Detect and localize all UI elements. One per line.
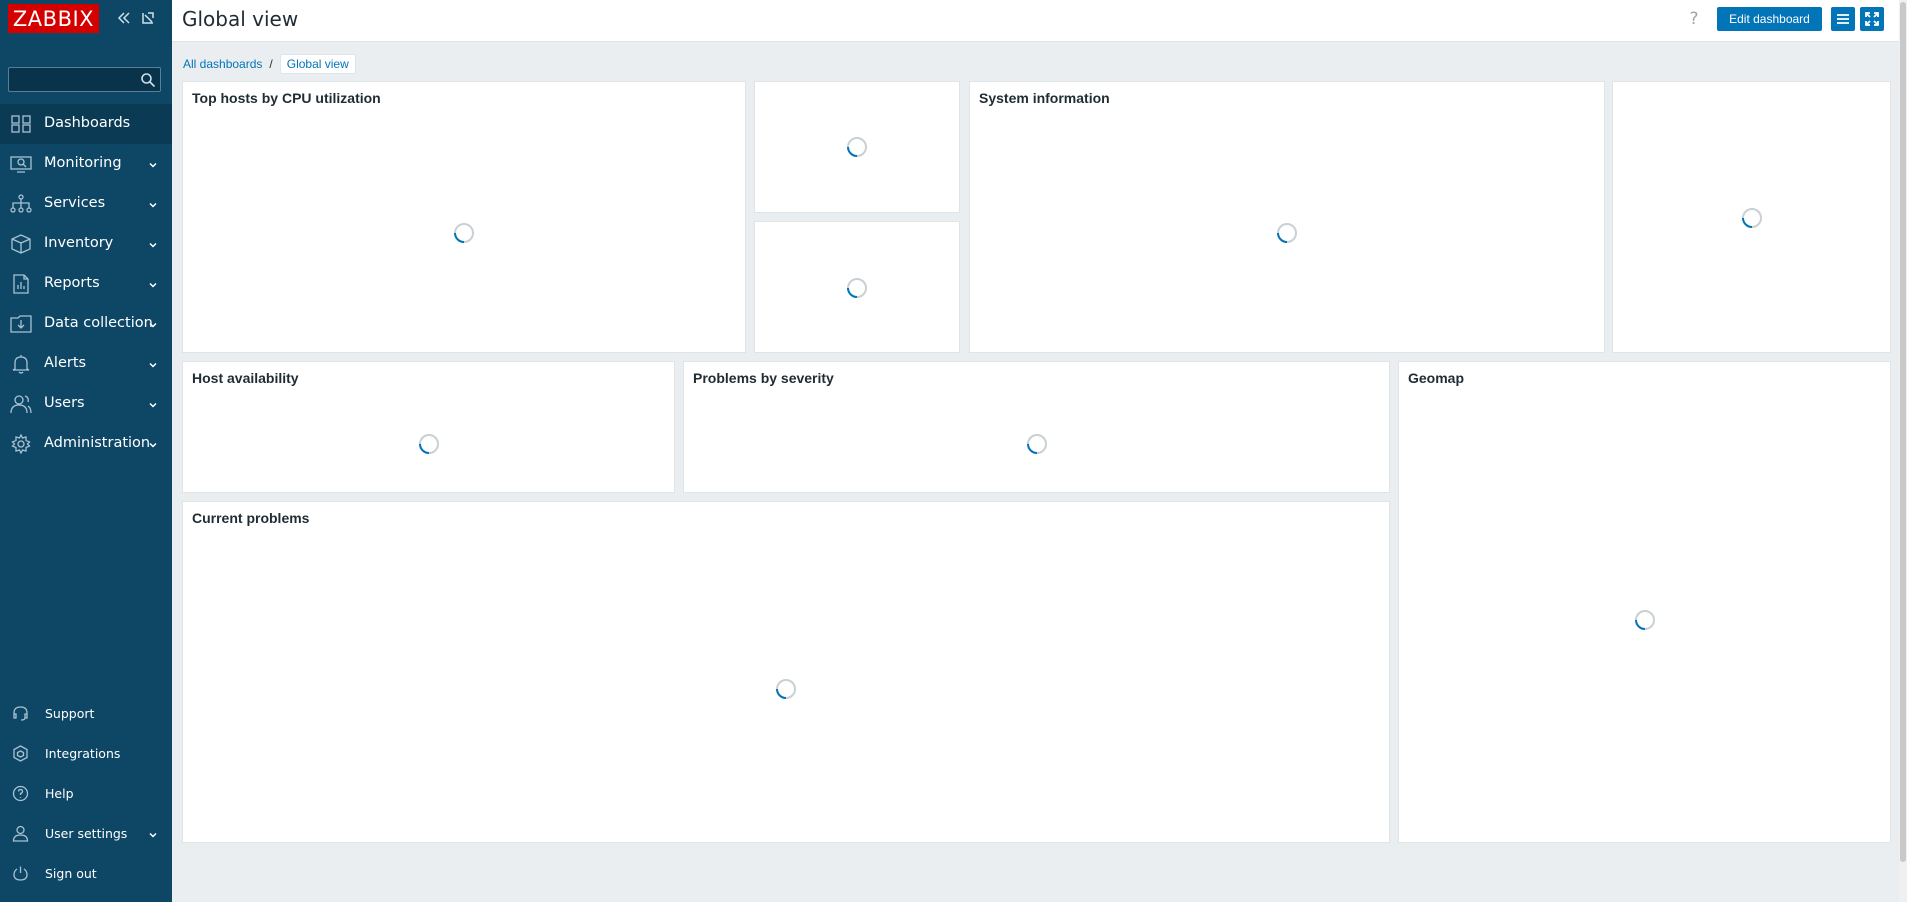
- menu-label: Sign out: [45, 866, 97, 881]
- menu-item-alerts[interactable]: Alerts: [0, 344, 172, 384]
- main-menu: Dashboards Monitoring Services Inventory: [0, 104, 172, 464]
- menu-icon: [1837, 14, 1849, 24]
- sign-out-icon: [12, 865, 29, 882]
- chevron-down-icon: [148, 828, 158, 838]
- widget-title: Top hosts by CPU utilization: [192, 90, 381, 106]
- chevron-down-icon: [148, 198, 158, 208]
- loading-spinner-icon: [453, 222, 475, 244]
- loading-spinner-icon: [1741, 207, 1763, 229]
- menu-item-monitoring[interactable]: Monitoring: [0, 144, 172, 184]
- widget-untitled-2: [754, 221, 960, 353]
- menu-item-sign-out[interactable]: Sign out: [0, 853, 172, 893]
- edit-dashboard-button[interactable]: Edit dashboard: [1717, 7, 1822, 31]
- chevron-down-icon: [148, 398, 158, 408]
- menu-label: Help: [45, 786, 74, 801]
- search-box: [8, 67, 161, 92]
- sidebar: ZABBIX Dashboards Monitoring Services In…: [0, 0, 172, 902]
- loading-spinner-icon: [1634, 609, 1656, 631]
- zabbix-logo[interactable]: ZABBIX: [8, 4, 99, 33]
- menu-label: Dashboards: [44, 115, 131, 131]
- support-icon: [12, 705, 29, 722]
- menu-label: Services: [44, 195, 106, 211]
- menu-item-integrations[interactable]: Integrations: [0, 733, 172, 773]
- widget-top-hosts-cpu: Top hosts by CPU utilization: [182, 81, 746, 353]
- chevron-down-icon: [148, 438, 158, 448]
- loading-spinner-icon: [775, 678, 797, 700]
- inventory-icon: [10, 234, 32, 254]
- widget-title: Geomap: [1408, 370, 1465, 386]
- menu-item-help[interactable]: Help: [0, 773, 172, 813]
- chevron-down-icon: [148, 238, 158, 248]
- widget-title: Current problems: [192, 510, 310, 526]
- widget-title: Problems by severity: [693, 370, 834, 386]
- users-icon: [10, 394, 32, 414]
- widget-system-information: System information: [969, 81, 1605, 353]
- help-icon: [12, 785, 29, 802]
- menu-label: Users: [44, 395, 85, 411]
- chevron-down-icon: [148, 158, 158, 168]
- chevron-down-icon: [148, 318, 158, 328]
- loading-spinner-icon: [846, 136, 868, 158]
- menu-item-reports[interactable]: Reports: [0, 264, 172, 304]
- page-title: Global view: [182, 7, 299, 31]
- menu-item-administration[interactable]: Administration: [0, 424, 172, 464]
- breadcrumb-separator: /: [269, 57, 273, 71]
- kiosk-sidebar-icon[interactable]: [140, 10, 156, 26]
- loading-spinner-icon: [418, 433, 440, 455]
- menu-label: Integrations: [45, 746, 121, 761]
- menu-label: User settings: [45, 826, 128, 841]
- reports-icon: [10, 274, 32, 294]
- dashboard-actions-button[interactable]: [1831, 7, 1855, 31]
- loading-spinner-icon: [846, 277, 868, 299]
- widget-title: Host availability: [192, 370, 299, 386]
- menu-item-data-collection[interactable]: Data collection: [0, 304, 172, 344]
- menu-label: Reports: [44, 275, 100, 291]
- services-icon: [10, 194, 32, 214]
- menu-label: Data collection: [44, 315, 153, 331]
- administration-icon: [10, 433, 32, 455]
- menu-item-user-settings[interactable]: User settings: [0, 813, 172, 853]
- menu-item-inventory[interactable]: Inventory: [0, 224, 172, 264]
- search-input[interactable]: [9, 68, 135, 91]
- breadcrumb-current[interactable]: Global view: [279, 54, 356, 74]
- fullscreen-icon: [1865, 12, 1879, 26]
- alerts-icon: [10, 354, 32, 374]
- widget-untitled-1: [754, 81, 960, 213]
- breadcrumb-all-dashboards[interactable]: All dashboards: [183, 57, 262, 71]
- menu-item-dashboards[interactable]: Dashboards: [0, 104, 172, 144]
- breadcrumb: All dashboards / Global view: [183, 53, 356, 75]
- widget-title: System information: [979, 90, 1110, 106]
- widget-untitled-3: [1612, 81, 1891, 353]
- widget-geomap: Geomap: [1398, 361, 1891, 843]
- monitoring-icon: [10, 154, 32, 174]
- widget-current-problems: Current problems: [182, 501, 1390, 843]
- vertical-scrollbar[interactable]: [1899, 0, 1907, 902]
- menu-item-services[interactable]: Services: [0, 184, 172, 224]
- integrations-icon: [12, 745, 29, 762]
- help-icon[interactable]: ?: [1686, 9, 1702, 31]
- collapse-sidebar-icon[interactable]: [116, 10, 132, 26]
- menu-label: Monitoring: [44, 155, 122, 171]
- widget-problems-by-severity: Problems by severity: [683, 361, 1390, 493]
- menu-label: Support: [45, 706, 95, 721]
- menu-label: Alerts: [44, 355, 87, 371]
- widget-host-availability: Host availability: [182, 361, 675, 493]
- fullscreen-button[interactable]: [1860, 7, 1884, 31]
- loading-spinner-icon: [1026, 433, 1048, 455]
- menu-label: Inventory: [44, 235, 114, 251]
- scrollbar-thumb[interactable]: [1900, 2, 1906, 862]
- loading-spinner-icon: [1276, 222, 1298, 244]
- user-settings-icon: [12, 825, 29, 842]
- menu-label: Administration: [44, 435, 151, 451]
- bottom-menu: Support Integrations Help User settings: [0, 693, 172, 893]
- chevron-down-icon: [148, 278, 158, 288]
- chevron-down-icon: [148, 358, 158, 368]
- search-icon[interactable]: [140, 72, 156, 88]
- data-collection-icon: [10, 314, 32, 334]
- dashboards-icon: [10, 114, 32, 134]
- menu-item-support[interactable]: Support: [0, 693, 172, 733]
- menu-item-users[interactable]: Users: [0, 384, 172, 424]
- page-header: Global view ? Edit dashboard: [172, 0, 1907, 42]
